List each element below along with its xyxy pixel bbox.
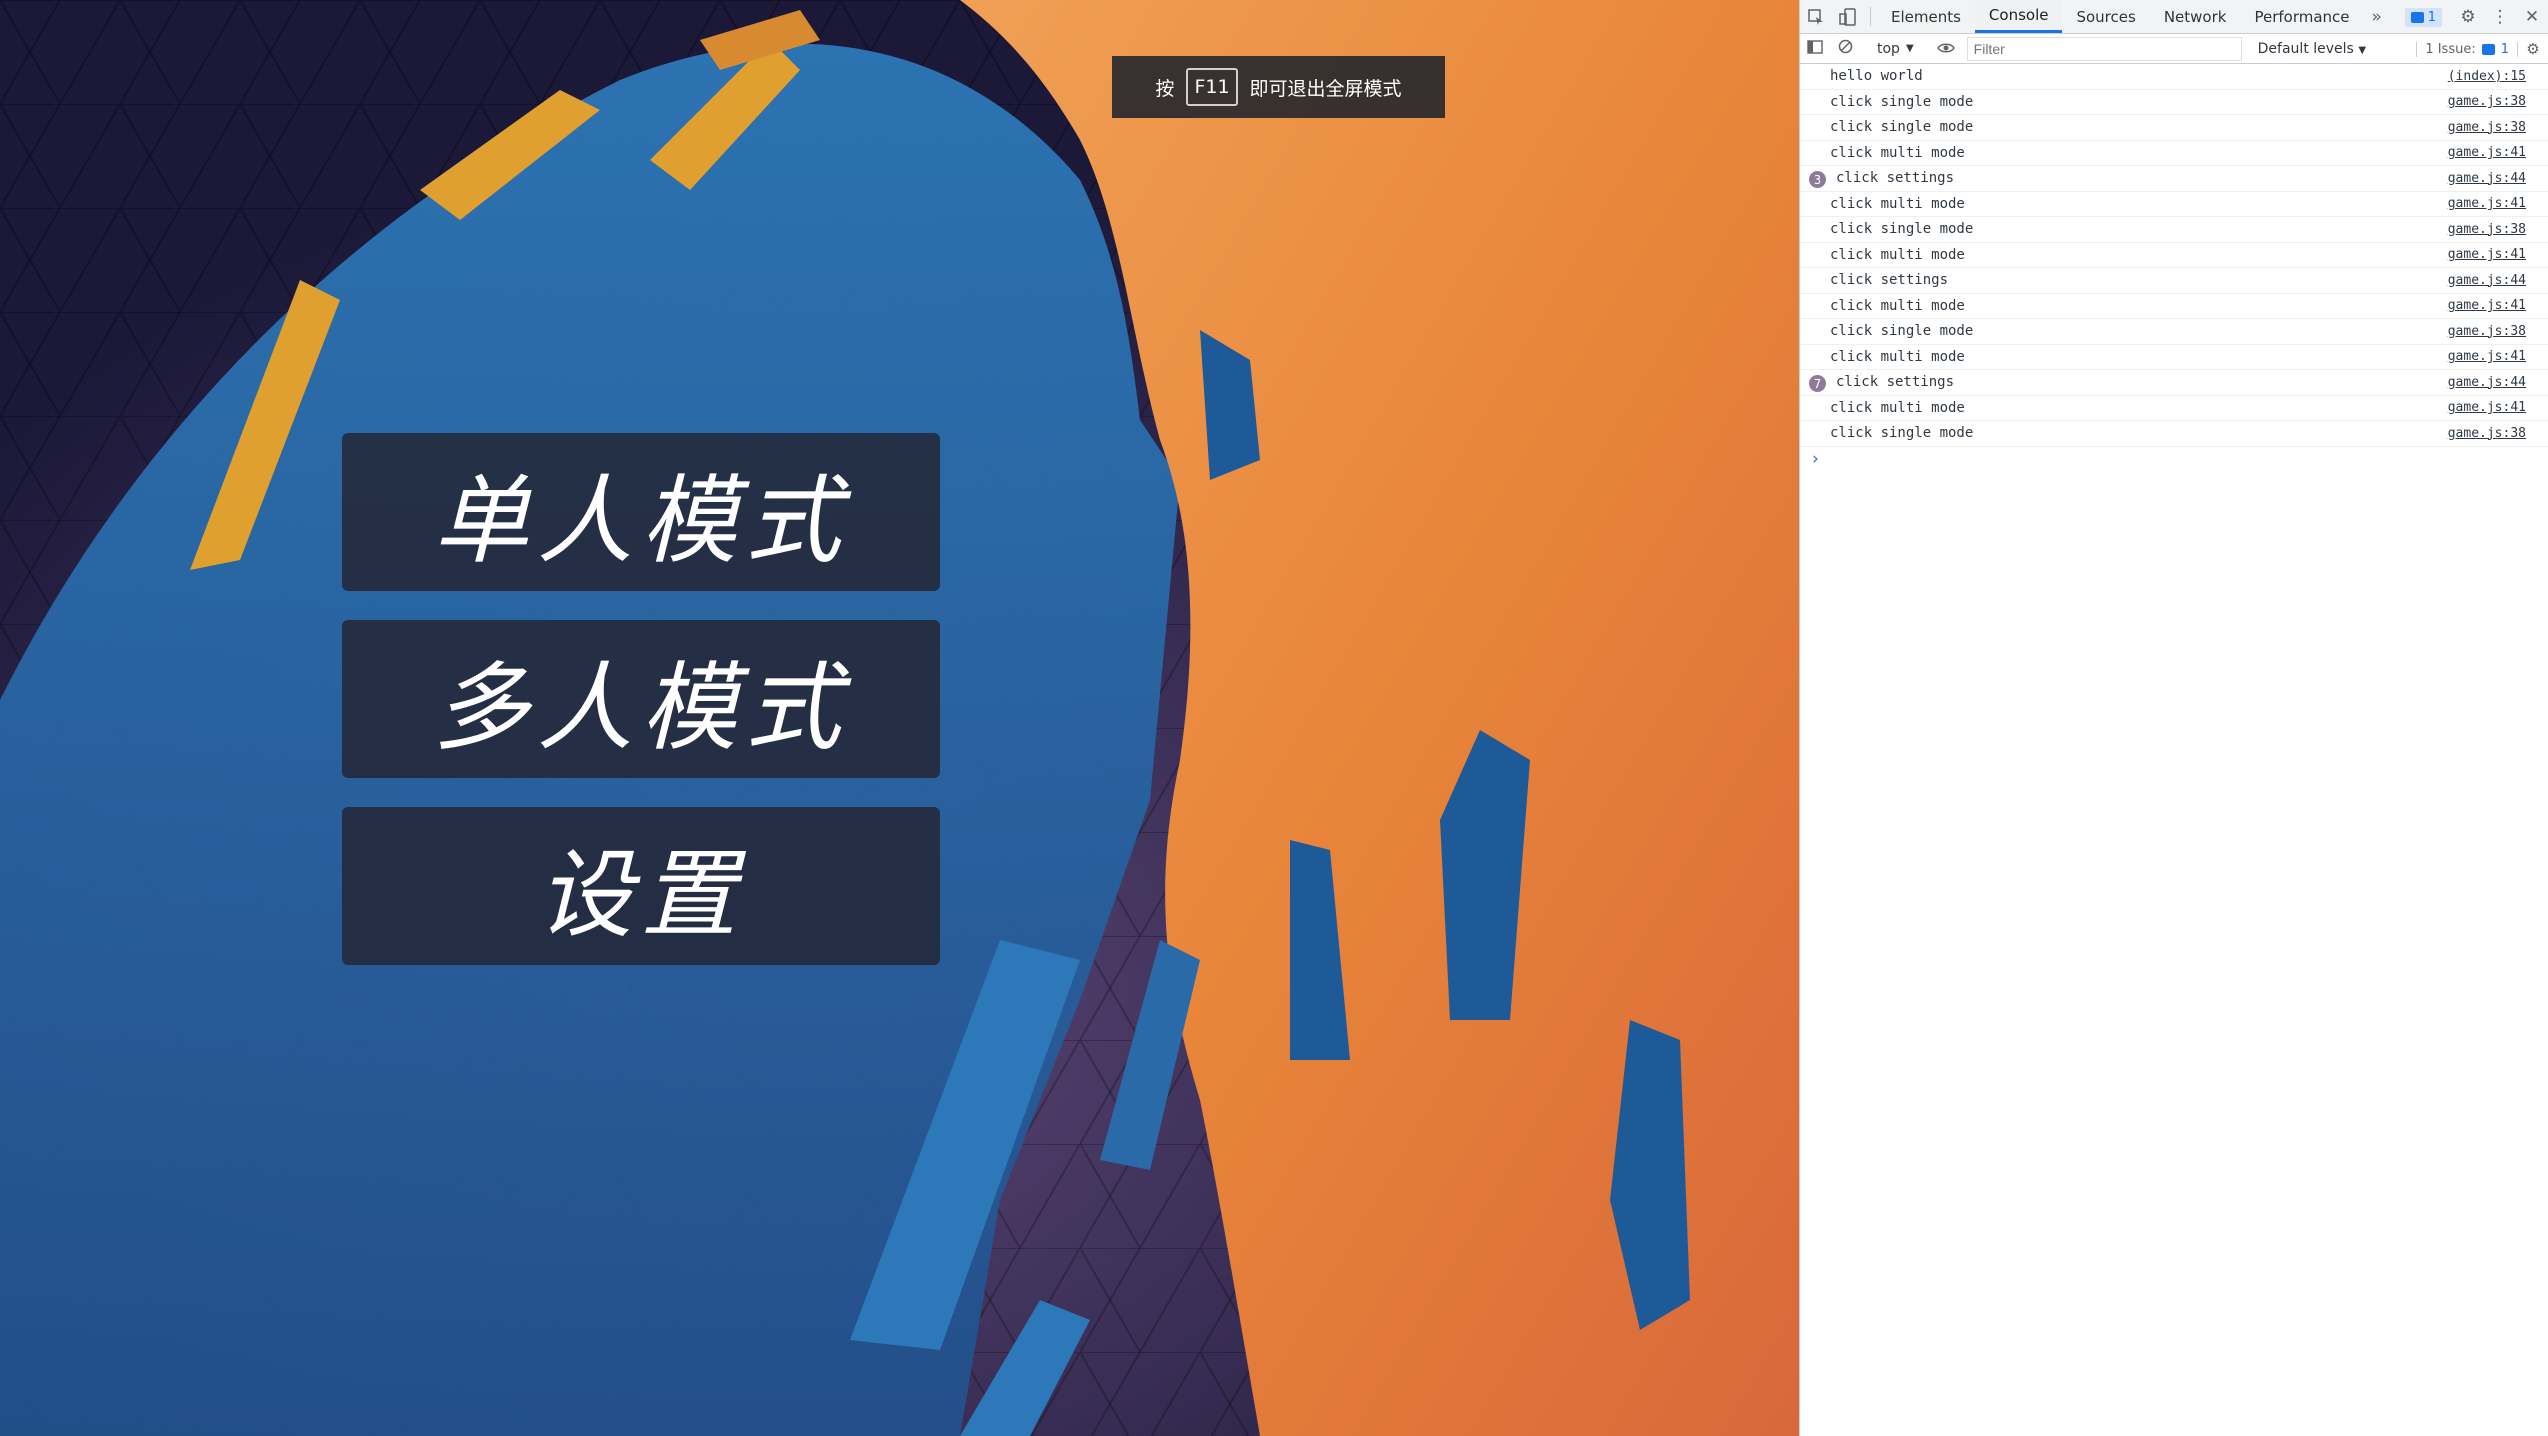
console-row: hello world (index):15 bbox=[1800, 64, 2548, 90]
kebab-menu-icon[interactable]: ⋮ bbox=[2484, 7, 2516, 27]
console-toolbar: top ▼ Default levels ▼ 1 Issue: 1 ⚙ bbox=[1800, 34, 2548, 64]
tab-elements[interactable]: Elements bbox=[1877, 0, 1975, 33]
settings-label: 设置 bbox=[537, 838, 745, 951]
log-levels-dropdown[interactable]: Default levels ▼ bbox=[2252, 41, 2372, 57]
console-message: click single mode bbox=[1830, 93, 1974, 110]
console-row: click single mode game.js:38 bbox=[1800, 319, 2548, 345]
console-row: click multi mode game.js:41 bbox=[1800, 243, 2548, 268]
tab-network[interactable]: Network bbox=[2150, 0, 2241, 33]
console-message: click multi mode bbox=[1830, 246, 1965, 263]
console-row: click single mode game.js:38 bbox=[1800, 217, 2548, 243]
single-mode-label: 单人模式 bbox=[433, 464, 849, 577]
source-link[interactable]: game.js:41 bbox=[2448, 196, 2526, 211]
eye-icon[interactable] bbox=[1931, 40, 1961, 58]
console-message: click multi mode bbox=[1830, 399, 1965, 416]
context-selector[interactable]: top ▼ bbox=[1869, 41, 1922, 57]
clear-console-icon[interactable] bbox=[1830, 39, 1860, 58]
message-icon bbox=[2481, 43, 2495, 55]
source-link[interactable]: game.js:38 bbox=[2448, 324, 2526, 339]
console-message: hello world bbox=[1830, 68, 1923, 85]
chevron-double-right-icon[interactable]: » bbox=[2364, 0, 2390, 33]
tab-sources[interactable]: Sources bbox=[2062, 0, 2149, 33]
devtools-panel: Elements Console Sources Network Perform… bbox=[1799, 0, 2548, 1436]
gear-icon[interactable]: ⚙ bbox=[2518, 40, 2548, 58]
fullscreen-exit-toast: 按 F11 即可退出全屏模式 bbox=[1112, 56, 1445, 118]
source-link[interactable]: game.js:44 bbox=[2448, 273, 2526, 288]
log-levels-label: Default levels bbox=[2257, 40, 2354, 57]
sidebar-toggle-icon[interactable] bbox=[1800, 39, 1830, 58]
source-link[interactable]: game.js:38 bbox=[2448, 120, 2526, 135]
console-message: click settings bbox=[1830, 272, 1949, 289]
console-row: click multi mode game.js:41 bbox=[1800, 294, 2548, 319]
tab-performance[interactable]: Performance bbox=[2240, 0, 2363, 33]
prompt-caret-icon: › bbox=[1812, 448, 1819, 469]
console-message: click multi mode bbox=[1830, 348, 1965, 365]
source-link[interactable]: game.js:38 bbox=[2448, 94, 2526, 109]
source-link[interactable]: game.js:44 bbox=[2448, 375, 2526, 390]
console-message: click multi mode bbox=[1830, 195, 1965, 212]
issues-label: 1 Issue: bbox=[2425, 41, 2476, 57]
device-toolbar-icon[interactable] bbox=[1832, 0, 1864, 33]
issues-badge-count: 1 bbox=[2427, 9, 2436, 25]
context-value: top bbox=[1877, 40, 1900, 57]
console-message: click single mode bbox=[1830, 119, 1974, 136]
source-link[interactable]: game.js:41 bbox=[2448, 247, 2526, 262]
console-message: click multi mode bbox=[1830, 144, 1965, 161]
source-link[interactable]: game.js:38 bbox=[2448, 222, 2526, 237]
gear-icon[interactable]: ⚙ bbox=[2452, 7, 2484, 27]
console-messages: hello world (index):15 click single mode ga… bbox=[1800, 64, 2548, 447]
single-mode-button[interactable]: 单人模式 bbox=[342, 433, 940, 591]
close-icon[interactable]: ✕ bbox=[2516, 7, 2548, 27]
source-link[interactable]: game.js:38 bbox=[2448, 426, 2526, 441]
console-row: click multi mode game.js:41 bbox=[1800, 192, 2548, 217]
console-row: click single mode game.js:38 bbox=[1800, 421, 2548, 447]
source-link[interactable]: game.js:41 bbox=[2448, 400, 2526, 415]
issues-counter[interactable]: 1 Issue: 1 bbox=[2416, 41, 2518, 57]
console-message: click single mode bbox=[1830, 221, 1974, 238]
console-row: click multi mode game.js:41 bbox=[1800, 396, 2548, 421]
multi-mode-label: 多人模式 bbox=[433, 651, 849, 764]
inspect-element-icon[interactable] bbox=[1800, 0, 1832, 33]
repeat-count-badge: 3 bbox=[1809, 171, 1826, 188]
message-icon bbox=[2410, 11, 2424, 23]
devtools-tab-bar: Elements Console Sources Network Perform… bbox=[1800, 0, 2548, 34]
console-row: click single mode game.js:38 bbox=[1800, 90, 2548, 115]
issues-badge[interactable]: 1 bbox=[2404, 7, 2442, 27]
repeat-count-badge: 7 bbox=[1809, 375, 1826, 392]
settings-button[interactable]: 设置 bbox=[342, 807, 940, 965]
console-prompt[interactable]: › bbox=[1800, 447, 2548, 471]
game-viewport: 按 F11 即可退出全屏模式 单人模式 多人模式 设置 bbox=[0, 0, 1799, 1436]
toast-prefix: 按 bbox=[1155, 77, 1175, 100]
console-row: 3 click settings game.js:44 bbox=[1800, 166, 2548, 192]
source-link[interactable]: (index):15 bbox=[2448, 69, 2526, 84]
console-row: click multi mode game.js:41 bbox=[1800, 141, 2548, 166]
console-row: click single mode game.js:38 bbox=[1800, 115, 2548, 141]
console-row: click multi mode game.js:41 bbox=[1800, 345, 2548, 370]
source-link[interactable]: game.js:41 bbox=[2448, 145, 2526, 160]
caret-down-icon: ▼ bbox=[1905, 43, 1914, 54]
source-link[interactable]: game.js:41 bbox=[2448, 298, 2526, 313]
source-link[interactable]: game.js:41 bbox=[2448, 349, 2526, 364]
multi-mode-button[interactable]: 多人模式 bbox=[342, 620, 940, 778]
filter-input[interactable] bbox=[1966, 36, 2242, 61]
source-link[interactable]: game.js:44 bbox=[2448, 171, 2526, 186]
console-message: click settings bbox=[1836, 374, 1955, 391]
issues-count-value: 1 bbox=[2500, 41, 2509, 57]
console-row: 7 click settings game.js:44 bbox=[1800, 370, 2548, 396]
console-row: click settings game.js:44 bbox=[1800, 268, 2548, 294]
console-message: click single mode bbox=[1830, 323, 1974, 340]
console-message: click single mode bbox=[1830, 425, 1974, 442]
f11-key: F11 bbox=[1186, 68, 1238, 106]
console-message: click settings bbox=[1836, 170, 1955, 187]
caret-down-icon: ▼ bbox=[2358, 44, 2367, 56]
toast-suffix: 即可退出全屏模式 bbox=[1249, 77, 1402, 100]
console-message: click multi mode bbox=[1830, 297, 1965, 314]
tab-console[interactable]: Console bbox=[1974, 0, 2063, 33]
